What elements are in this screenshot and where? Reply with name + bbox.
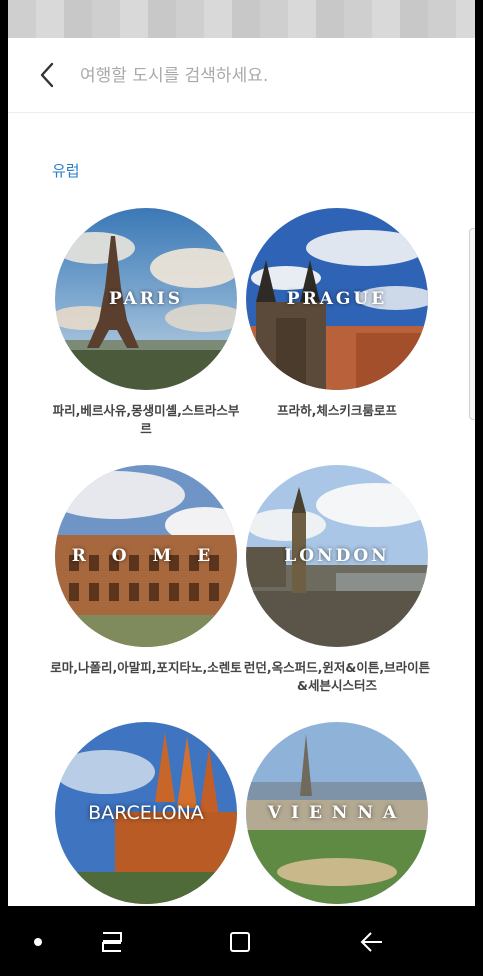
nav-dot-button[interactable]: [18, 924, 58, 960]
city-card-rome[interactable]: R O M E 로마,나폴리,아말피,포지타노,소렌토: [46, 465, 246, 677]
city-image-paris: PARIS: [55, 208, 237, 390]
back-button[interactable]: [32, 58, 62, 92]
section-title: 유럽: [52, 162, 80, 180]
city-name: VIENNA: [267, 803, 407, 823]
city-card-paris[interactable]: PARIS 파리,베르사유,몽생미셸,스트라스부르: [46, 208, 246, 438]
city-card-barcelona[interactable]: BARCELONA: [46, 722, 246, 916]
search-header: [8, 38, 475, 113]
back-nav-button[interactable]: [352, 924, 392, 960]
city-card-london[interactable]: LONDON 런던,옥스퍼드,윈저&이튼,브라이튼&세븐시스터즈: [237, 465, 437, 695]
city-caption: 파리,베르사유,몽생미셸,스트라스부르: [52, 403, 240, 436]
dot-icon: [34, 938, 42, 946]
search-input[interactable]: [78, 56, 452, 96]
city-image-barcelona: BARCELONA: [55, 722, 237, 904]
city-image-rome: R O M E: [55, 465, 237, 647]
recents-icon: [102, 932, 122, 952]
city-caption: 프라하,체스키크룸로프: [277, 403, 397, 418]
city-name: PRAGUE: [286, 289, 388, 309]
city-caption: 런던,옥스퍼드,윈저&이튼,브라이튼&세븐시스터즈: [243, 660, 431, 693]
city-image-prague: PRAGUE: [246, 208, 428, 390]
chevron-left-icon: [40, 62, 54, 88]
city-card-vienna[interactable]: VIENNA: [237, 722, 437, 916]
city-caption: 로마,나폴리,아말피,포지타노,소렌토: [50, 660, 242, 675]
city-image-vienna: VIENNA: [246, 722, 428, 904]
back-arrow-icon: [360, 932, 382, 952]
city-name: BARCELONA: [88, 802, 204, 824]
home-button[interactable]: [220, 924, 260, 960]
recents-button[interactable]: [92, 924, 132, 960]
scroll-indicator[interactable]: [469, 228, 475, 420]
city-card-prague[interactable]: PRAGUE 프라하,체스키크룸로프: [237, 208, 437, 420]
city-image-london: LONDON: [246, 465, 428, 647]
system-nav-bar: [0, 906, 483, 976]
home-icon: [230, 932, 250, 952]
app-screen: 유럽 PARIS 파리,베르사유,몽생미셸,스트라스부르: [8, 0, 475, 976]
status-bar: [8, 0, 475, 38]
city-name: LONDON: [284, 546, 390, 566]
city-name: PARIS: [108, 289, 184, 309]
city-name: R O M E: [71, 546, 221, 566]
